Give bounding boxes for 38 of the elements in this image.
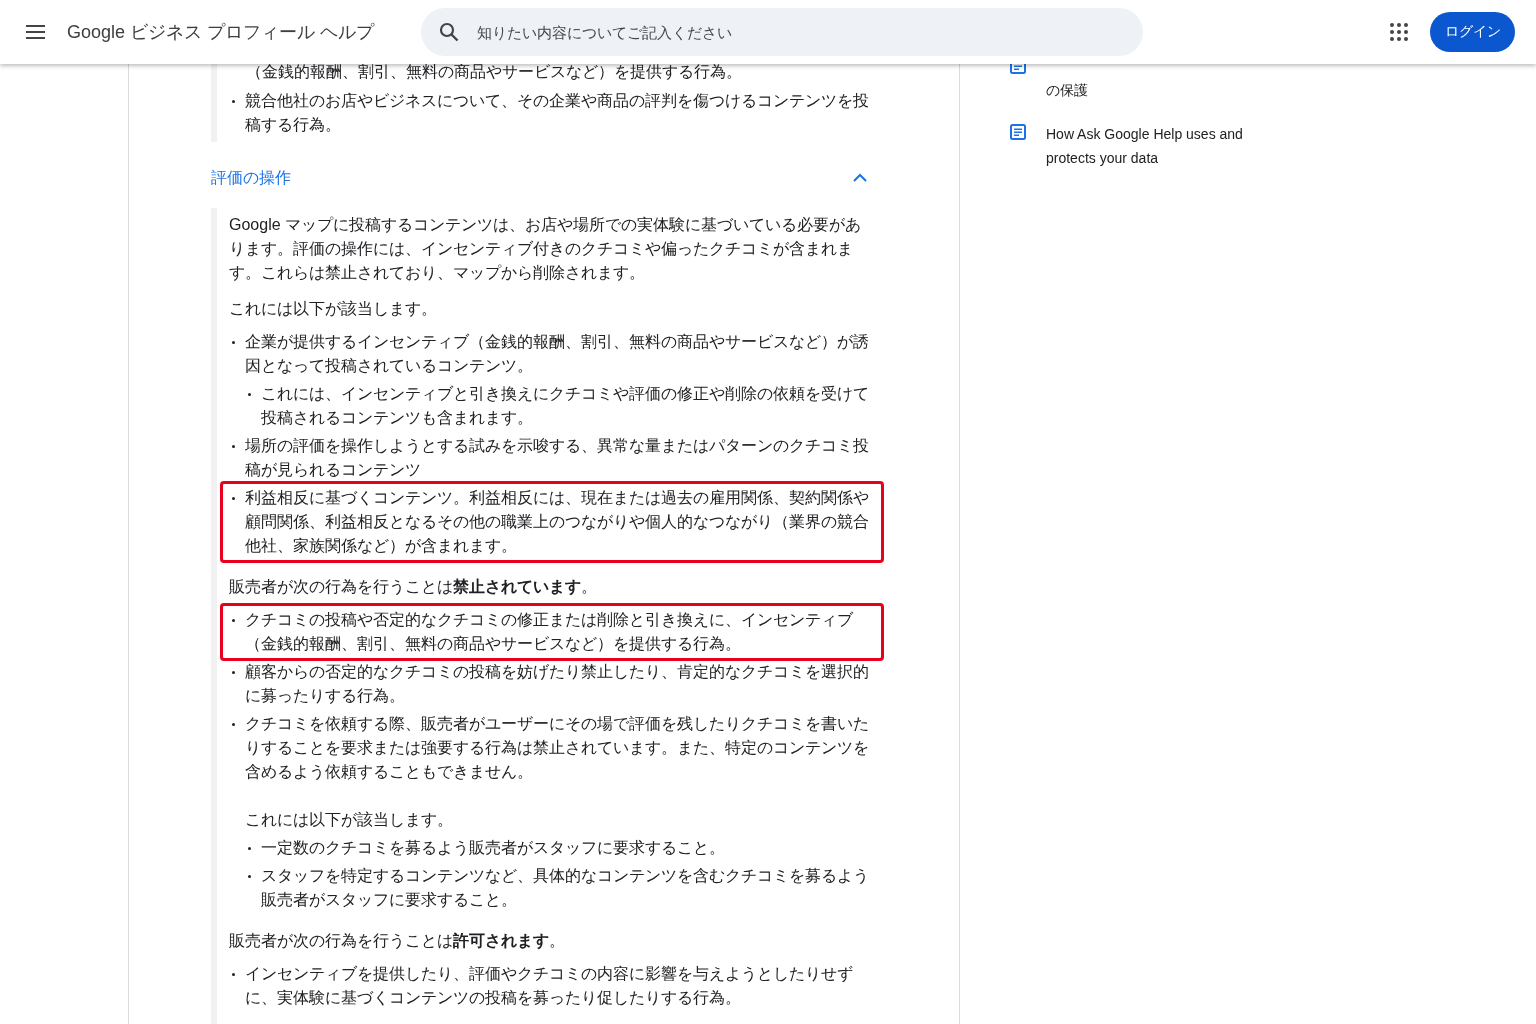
list-text: クチコミを依頼する際、販売者がユーザーにその場で評価を残したりクチコミを書いたりすることを要求または強要する行為は禁止されています。また、特定のコンテンツを含めるよう依頼することもできません。 [245,714,870,782]
list-text: クチコミの投稿や否定的なクチコミの修正または削除と引き換えに、インセンティブ（金銭的報酬、割引、無料の商品やサービスなど）を提供する行為。 [245,610,854,654]
paragraph: 販売者が次の行為を行うことは許可されます。 [229,931,566,951]
bullet-icon [232,723,235,726]
document-icon [1010,124,1026,140]
bullet-icon [232,671,235,674]
bullet-icon [248,875,251,878]
login-button[interactable]: ログイン [1430,12,1515,52]
list-text: 利益相反に基づくコンテンツ。利益相反には、現在または過去の雇用関係、契約関係や顧問関係、利益相反となるその他の職業上のつながりや個人的なつながり（業界の競合他社、家族関係など）が含まれます。 [245,488,870,556]
list-text: 一定数のクチコミを募るよう販売者がスタッフに要求すること。 [261,838,726,858]
list-text: インセンティブを提供したり、評価やクチコミの内容に影響を与えようとしたりせずに、実体験に基づくコンテンツの投稿を募ったり促したりする行為。 [245,964,854,1008]
apps-icon[interactable] [1390,23,1408,41]
bullet-icon [232,100,235,103]
accordion-title[interactable]: 評価の操作 [211,166,291,190]
help-link[interactable]: How Ask Google Help uses and protects your data [1046,122,1280,170]
search-field[interactable]: 知りたい内容についてご記入ください [421,8,1143,56]
list-text: 競合他社のお店やビジネスについて、その企業や商品の評判を傷つけるコンテンツを投稿する行為。 [245,91,870,135]
list-text: スタッフを特定するコンテンツなど、具体的なコンテンツを含むクチコミを募るよう販売者がスタッフに要求すること。 [261,866,870,910]
list-text: 企業が提供するインセンティブ（金銭的報酬、割引、無料の商品やサービスなど）が誘因となって投稿されているコンテンツ。 [245,332,870,376]
paragraph: 販売者が次の行為を行うことは禁止されています。 [229,577,598,597]
menu-icon[interactable] [26,24,48,40]
bullet-icon [232,497,235,500]
list-text: 場所の評価を操作しようとする試みを示唆する、異常な量またはパターンのクチコミ投稿が見られるコンテンツ [245,436,870,480]
bullet-icon [248,847,251,850]
bullet-icon [232,619,235,622]
bullet-icon [232,341,235,344]
list-text: （金銭的報酬、割引、無料の商品やサービスなど）を提供する行為。 [245,62,743,82]
bullet-icon [232,445,235,448]
paragraph: Google マップに投稿するコンテンツは、お店や場所での実体験に基づいている必要があります。評価の操作には、インセンティブ付きのクチコミや偏ったクチコミが含まれます。これらは禁止されており、マップから削除されます。 [229,215,863,283]
bullet-icon [248,393,251,396]
list-note: これには以下が該当します。 [245,810,454,830]
list-text: これには、インセンティブと引き換えにクチコミや評価の修正や削除の依頼を受けて投稿されるコンテンツも含まれます。 [261,384,870,428]
paragraph: これには以下が該当します。 [229,299,438,319]
bullet-icon [232,973,235,976]
search-icon [439,22,459,42]
help-link[interactable]: の保護 [1046,78,1280,102]
site-title: Google ビジネス プロフィール ヘルプ [67,21,376,44]
list-text: 顧客からの否定的なクチコミの投稿を妨げたり禁止したり、肯定的なクチコミを選択的に募ったりする行為。 [245,662,870,706]
